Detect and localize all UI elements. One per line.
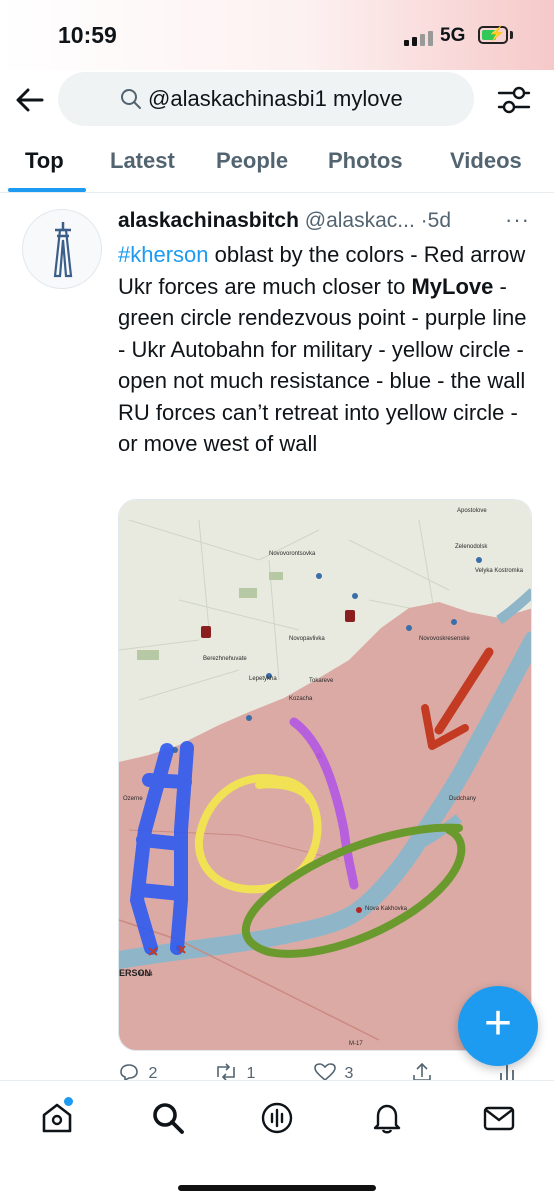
spaces-icon[interactable] <box>260 1101 294 1135</box>
map-label-zelenodolsk: Zelenodolsk <box>455 544 488 550</box>
status-time: 10:59 <box>58 22 117 48</box>
map-label-lepetykha: Lepetykha <box>249 676 277 682</box>
hashtag-link[interactable]: #kherson <box>118 242 209 267</box>
map-label-novopavlivka: Novopavlivka <box>289 636 325 642</box>
search-header: @alaskachinasbi1 mylove <box>0 70 554 130</box>
search-input[interactable]: @alaskachinasbi1 mylove <box>58 72 474 126</box>
battery-icon: ⚡ <box>478 25 508 44</box>
network-type: 5G <box>440 25 466 46</box>
compose-plus-icon: + <box>483 997 513 1050</box>
cellular-signal-icon <box>404 30 434 46</box>
author-handle[interactable]: @alaskac... <box>305 209 415 232</box>
search-icon <box>121 89 141 109</box>
share-icon <box>413 1062 431 1081</box>
map-label-novovoskresenske: Novovoskresenske <box>419 636 470 642</box>
tweet-time[interactable]: 5d <box>428 209 451 232</box>
search-icon[interactable] <box>151 1101 185 1135</box>
map-label-ozerne: Ozerne <box>123 796 143 802</box>
map-label-nova-kakhovka: Nova Kakhovka <box>365 906 408 912</box>
search-tabs: Top Latest People Photos Videos <box>0 130 554 193</box>
search-filters-icon[interactable] <box>496 82 532 118</box>
tab-videos[interactable]: Videos <box>450 148 522 174</box>
compose-tweet-button[interactable]: + <box>458 986 538 1066</box>
separator-dot: · <box>420 209 428 232</box>
active-tab-indicator <box>8 188 86 192</box>
avatar[interactable] <box>22 209 102 289</box>
tab-latest[interactable]: Latest <box>110 148 175 174</box>
author-name[interactable]: alaskachinasbitch <box>118 209 299 232</box>
map-label-velyka-kostromka: Velyka Kostromka <box>475 568 524 574</box>
tab-photos[interactable]: Photos <box>328 148 403 174</box>
home-indicator <box>178 1185 376 1191</box>
tweet[interactable]: alaskachinasbitch @alaskac... ·5d ··· #k… <box>0 193 554 1083</box>
map-label-kherson: ERSON <box>119 968 151 978</box>
avatar-tower-icon <box>53 222 73 278</box>
messages-icon[interactable] <box>482 1101 516 1135</box>
tweet-map-image[interactable]: Apostolove Zelenodolsk Velyka Kostromka … <box>118 499 532 1051</box>
search-query: @alaskachinasbi1 mylove <box>148 86 403 111</box>
bottom-navigation <box>0 1080 554 1201</box>
reply-icon <box>120 1064 138 1082</box>
map-label-m17: M-17 <box>349 1041 363 1047</box>
home-unread-dot <box>62 1095 75 1108</box>
map-label-berezhnehuvate: Berezhnehuvate <box>203 656 247 662</box>
notifications-icon[interactable] <box>370 1101 404 1135</box>
tweet-text-part2: - green circle rendezvous point - purple… <box>118 273 527 457</box>
tweet-text: #kherson oblast by the colors - Red arro… <box>118 239 538 460</box>
tab-people[interactable]: People <box>216 148 288 174</box>
battery-cap <box>510 31 513 39</box>
map-label-kozacha: Kozacha <box>289 696 313 702</box>
map-label-apostolove: Apostolove <box>457 508 487 514</box>
map-label-novovorontsovka: Novovorontsovka <box>269 551 316 557</box>
map-label-dudchany: Dudchany <box>449 796 476 802</box>
tab-top[interactable]: Top <box>25 148 64 174</box>
map-label-tokareve: Tokareve <box>309 678 334 684</box>
retweet-icon <box>217 1063 235 1081</box>
tweet-text-bold: MyLove <box>411 273 494 299</box>
heart-icon <box>314 1063 336 1082</box>
more-options-icon[interactable]: ··· <box>505 207 530 233</box>
back-arrow-icon[interactable] <box>14 84 46 116</box>
map-illustration: Apostolove Zelenodolsk Velyka Kostromka … <box>119 500 531 1050</box>
tweet-header: alaskachinasbitch @alaskac... ·5d <box>118 209 538 239</box>
status-bar: 10:59 5G ⚡ <box>0 0 554 70</box>
